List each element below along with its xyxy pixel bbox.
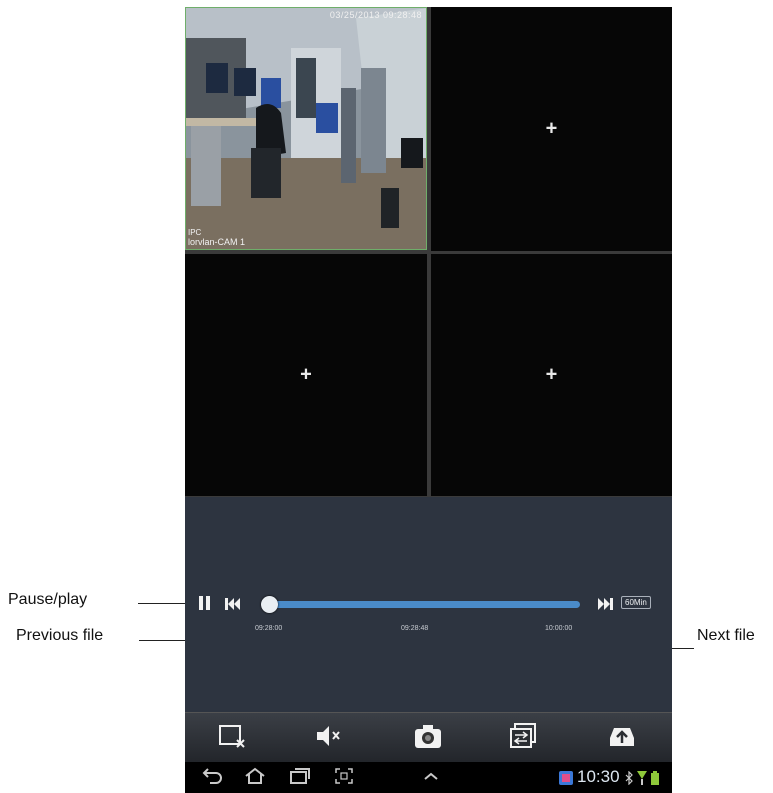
close-window-icon — [219, 725, 245, 748]
home-button[interactable] — [244, 767, 266, 790]
skip-previous-icon — [225, 598, 240, 610]
video-channel-4[interactable]: + — [431, 254, 672, 496]
playback-panel: 09:28:00 09:28:48 10:00:00 60Min — [185, 497, 672, 712]
video-grid: 03/25/2013 09:28:48 IPC lorvlan-CAM 1 + … — [185, 7, 672, 497]
bottom-toolbar — [185, 712, 672, 763]
snapshot-button[interactable] — [413, 721, 443, 751]
wifi-signal-icon — [637, 771, 647, 785]
switch-layout-button[interactable] — [508, 721, 538, 751]
previous-file-button[interactable] — [225, 597, 241, 614]
previous-file-callout: Previous file — [16, 627, 104, 644]
back-icon — [202, 768, 222, 784]
screenshot-icon — [335, 768, 353, 784]
camera-name: lorvlan-CAM 1 — [188, 237, 246, 247]
mute-icon — [317, 726, 340, 746]
app-notification-icon — [559, 771, 573, 785]
camera-snapshot-icon — [415, 725, 441, 748]
pause-icon-bar-right — [206, 596, 210, 610]
current-time-label: 09:28:48 — [401, 625, 429, 632]
recent-apps-button[interactable] — [289, 767, 311, 790]
system-navigation-bar: 10:30 — [185, 762, 672, 793]
upload-button[interactable] — [607, 721, 637, 751]
pause-play-callout: Pause/play — [8, 591, 88, 608]
home-icon — [245, 767, 265, 784]
camera-badge: IPC — [188, 228, 202, 237]
start-time-label: 09:28:00 — [255, 625, 283, 632]
status-clock: 10:30 — [577, 767, 620, 786]
skip-next-icon — [598, 598, 613, 610]
back-button[interactable] — [201, 767, 223, 790]
next-file-button[interactable] — [597, 597, 613, 614]
bluetooth-icon — [625, 771, 633, 785]
pause-icon-bar-left — [199, 596, 203, 610]
recent-apps-icon — [290, 768, 310, 784]
video-channel-2[interactable]: + — [431, 7, 672, 251]
add-channel-icon[interactable]: + — [546, 364, 558, 387]
add-channel-icon[interactable]: + — [546, 118, 558, 141]
battery-icon — [651, 771, 659, 785]
playback-progress-knob[interactable] — [261, 596, 278, 613]
app-drawer-button[interactable] — [421, 767, 441, 790]
mute-button[interactable] — [314, 721, 344, 751]
up-chevron-icon — [424, 772, 438, 780]
app-screen: 03/25/2013 09:28:48 IPC lorvlan-CAM 1 + … — [185, 7, 672, 793]
camera-timestamp: 03/25/2013 09:28:48 — [329, 10, 422, 20]
playback-progress-track[interactable] — [269, 601, 580, 608]
screenshot-button[interactable] — [334, 767, 354, 790]
camera-feed-image — [186, 8, 426, 249]
duration-selector[interactable]: 60Min — [621, 596, 651, 609]
end-time-label: 10:00:00 — [545, 625, 573, 632]
add-channel-icon[interactable]: + — [300, 364, 312, 387]
upload-icon — [610, 728, 634, 746]
video-channel-3[interactable]: + — [185, 254, 427, 496]
pause-play-button[interactable] — [198, 596, 212, 610]
pause-play-leader — [138, 603, 188, 604]
switch-layout-icon — [510, 723, 536, 748]
close-window-button[interactable] — [218, 721, 248, 751]
next-file-callout: Next file — [697, 627, 755, 644]
video-channel-1[interactable]: 03/25/2013 09:28:48 IPC lorvlan-CAM 1 — [185, 7, 427, 250]
